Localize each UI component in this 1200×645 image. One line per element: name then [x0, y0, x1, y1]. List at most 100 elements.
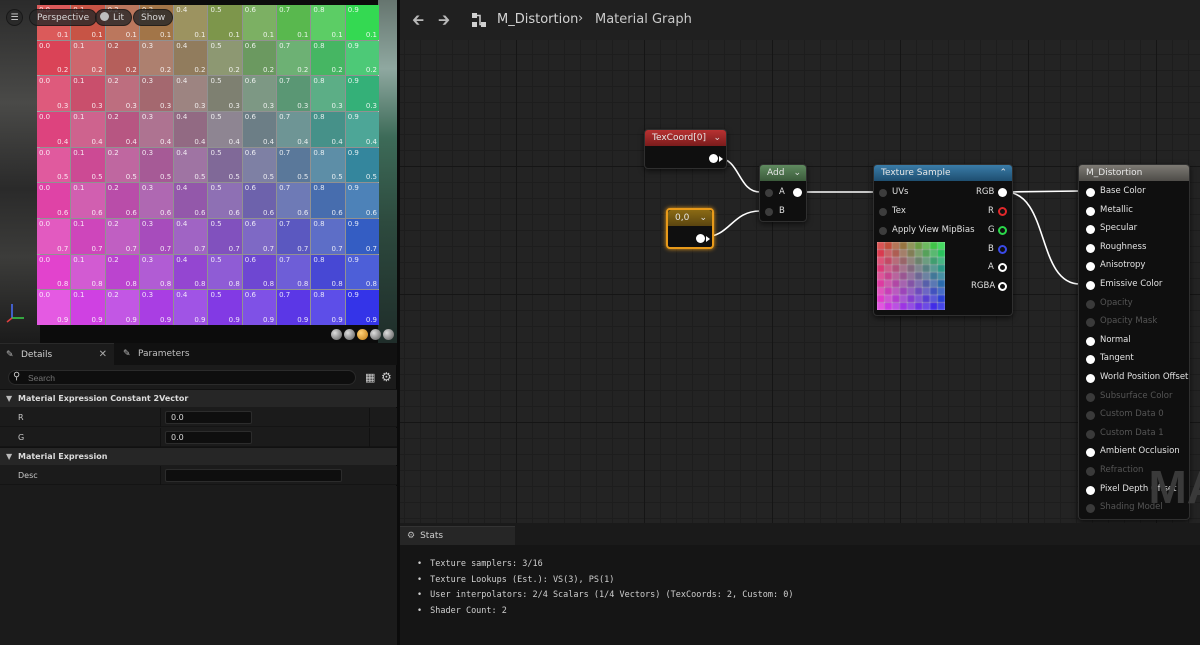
checker-cell-v-label: 0.8 [57, 280, 69, 289]
sphere-preview-icon[interactable] [344, 329, 355, 340]
checker-cell-v-label: 0.3 [331, 102, 343, 110]
material-input-subsurface-color[interactable]: Subsurface Color [1079, 390, 1189, 408]
material-input-opacity[interactable]: Opacity [1079, 297, 1189, 315]
chevron-up-icon[interactable]: ⌃ [999, 165, 1007, 181]
material-input-tangent[interactable]: Tangent [1079, 352, 1189, 370]
material-input-world-position-offset[interactable]: World Position Offset [1079, 371, 1189, 389]
checker-cell-v-label: 0.6 [57, 209, 69, 217]
material-input-custom-data-1[interactable]: Custom Data 1 [1079, 427, 1189, 445]
output-pin-b[interactable] [998, 245, 1007, 254]
show-button[interactable]: Show [133, 9, 174, 26]
material-input-normal[interactable]: Normal [1079, 334, 1189, 352]
input-pin[interactable] [1086, 467, 1095, 476]
material-preview-viewport[interactable]: 0.00.10.10.10.20.10.30.10.40.10.50.10.60… [0, 0, 397, 343]
arrow-left-icon[interactable]: 🡰 [412, 10, 424, 35]
category-constant-2vector[interactable]: ▼ Material Expression Constant 2Vector [0, 389, 397, 407]
material-input-anisotropy[interactable]: Anisotropy [1079, 259, 1189, 277]
output-pin[interactable] [696, 234, 705, 243]
input-pin[interactable] [1086, 485, 1095, 495]
viewport-menu-button[interactable]: ☰ [6, 9, 23, 26]
cylinder-preview-icon[interactable] [331, 329, 342, 340]
breadcrumb-asset[interactable]: M_Distortion [497, 12, 578, 27]
input-pin[interactable] [1086, 225, 1095, 235]
input-pin-tex[interactable] [879, 208, 887, 216]
breadcrumb-graph[interactable]: Material Graph [595, 12, 692, 27]
column-divider[interactable] [160, 466, 161, 485]
pin-label-tex: Tex [892, 206, 906, 216]
lit-mode-button[interactable]: Lit [95, 9, 133, 26]
material-input-specular[interactable]: Specular [1079, 222, 1189, 240]
g-value-field[interactable]: 0.0 [165, 431, 252, 444]
r-value-field[interactable]: 0.0 [165, 411, 252, 424]
checker-cell-v-label: 0.9 [194, 316, 206, 324]
input-pin[interactable] [1086, 429, 1095, 439]
chevron-down-icon[interactable]: ⌄ [699, 210, 707, 226]
output-pin-r[interactable] [998, 207, 1007, 216]
material-input-base-color[interactable]: Base Color [1079, 185, 1189, 203]
output-pin-rgba[interactable] [998, 282, 1007, 291]
input-pin[interactable] [1086, 504, 1095, 514]
chevron-down-icon[interactable]: ⌄ [793, 165, 801, 181]
input-pin[interactable] [1086, 336, 1095, 346]
output-pin-rgb[interactable] [998, 188, 1007, 197]
material-input-metallic[interactable]: Metallic [1079, 204, 1189, 222]
node-header[interactable]: Add ⌄ [760, 165, 806, 181]
pin-label: Opacity [1100, 297, 1133, 308]
cube-preview-icon[interactable] [370, 329, 381, 340]
input-pin-uvs[interactable] [879, 189, 887, 197]
input-pin[interactable] [1086, 281, 1095, 290]
output-pin-a[interactable] [998, 263, 1007, 272]
output-pin-g[interactable] [998, 226, 1007, 235]
node-header[interactable]: TexCoord[0] ⌄ [645, 130, 726, 146]
checker-cell-u-label: 0.3 [141, 291, 154, 300]
desc-field[interactable] [165, 469, 342, 482]
tab-parameters[interactable]: ✎ Parameters [117, 343, 227, 365]
node-header[interactable]: Texture Sample ⌃ [874, 165, 1012, 181]
input-pin-b[interactable] [765, 208, 773, 216]
material-input-emissive-color[interactable]: Emissive Color [1079, 278, 1189, 296]
input-pin[interactable] [1086, 392, 1095, 402]
material-input-custom-data-0[interactable]: Custom Data 0 [1079, 408, 1189, 426]
checker-cell-v-label: 0.4 [262, 137, 275, 146]
texture-sample-node[interactable]: Texture Sample ⌃ UVs Tex Apply View MipB… [873, 164, 1013, 316]
gear-icon[interactable]: ⚙ [381, 370, 392, 384]
texcoord-node[interactable]: TexCoord[0] ⌄ [644, 129, 727, 169]
constant-2vector-node[interactable]: 0,0 ⌄ [666, 208, 714, 249]
add-node[interactable]: Add ⌄ A B [759, 164, 807, 222]
column-divider[interactable] [160, 408, 161, 427]
search-input[interactable] [8, 370, 356, 385]
input-pin[interactable] [1086, 448, 1095, 458]
output-pin[interactable] [793, 188, 802, 197]
category-material-expression[interactable]: ▼ Material Expression [0, 447, 397, 465]
tab-stats[interactable]: ⚙ Stats [400, 526, 515, 545]
chevron-down-icon[interactable]: ⌄ [713, 130, 721, 146]
input-pin[interactable] [1086, 299, 1095, 309]
plane-preview-icon[interactable] [357, 329, 368, 340]
input-pin[interactable] [1086, 318, 1095, 328]
perspective-button[interactable]: Perspective [29, 9, 98, 26]
output-pin[interactable] [709, 154, 718, 163]
input-pin[interactable] [1086, 188, 1095, 197]
checker-cell-u-label: 0.7 [279, 255, 291, 264]
close-icon[interactable]: ✕ [99, 344, 107, 366]
input-pin[interactable] [1086, 355, 1095, 365]
checker-cell-v-label: 0.6 [125, 209, 137, 217]
material-input-opacity-mask[interactable]: Opacity Mask [1079, 315, 1189, 333]
node-header[interactable]: M_Distortion [1079, 165, 1189, 181]
input-pin[interactable] [1086, 262, 1095, 272]
node-header[interactable]: 0,0 ⌄ [668, 210, 712, 226]
input-pin[interactable] [1086, 374, 1095, 383]
column-divider[interactable] [160, 428, 161, 447]
table-view-icon[interactable]: ▦ [365, 371, 375, 384]
arrow-right-icon[interactable]: 🡲 [438, 10, 450, 35]
input-pin[interactable] [1086, 243, 1095, 253]
input-pin[interactable] [1086, 411, 1095, 421]
input-pin-a[interactable] [765, 189, 773, 197]
material-input-roughness[interactable]: Roughness [1079, 241, 1189, 259]
tab-details[interactable]: ✎ Details ✕ [0, 343, 114, 365]
mesh-preview-icon[interactable] [383, 329, 394, 340]
input-pin-mipbias[interactable] [879, 227, 887, 235]
material-graph-canvas[interactable]: TexCoord[0] ⌄ 0,0 ⌄ Add ⌄ A B Texture Sa… [397, 40, 1200, 523]
checker-cell-v-label: 0.7 [297, 244, 309, 253]
input-pin[interactable] [1086, 206, 1095, 216]
